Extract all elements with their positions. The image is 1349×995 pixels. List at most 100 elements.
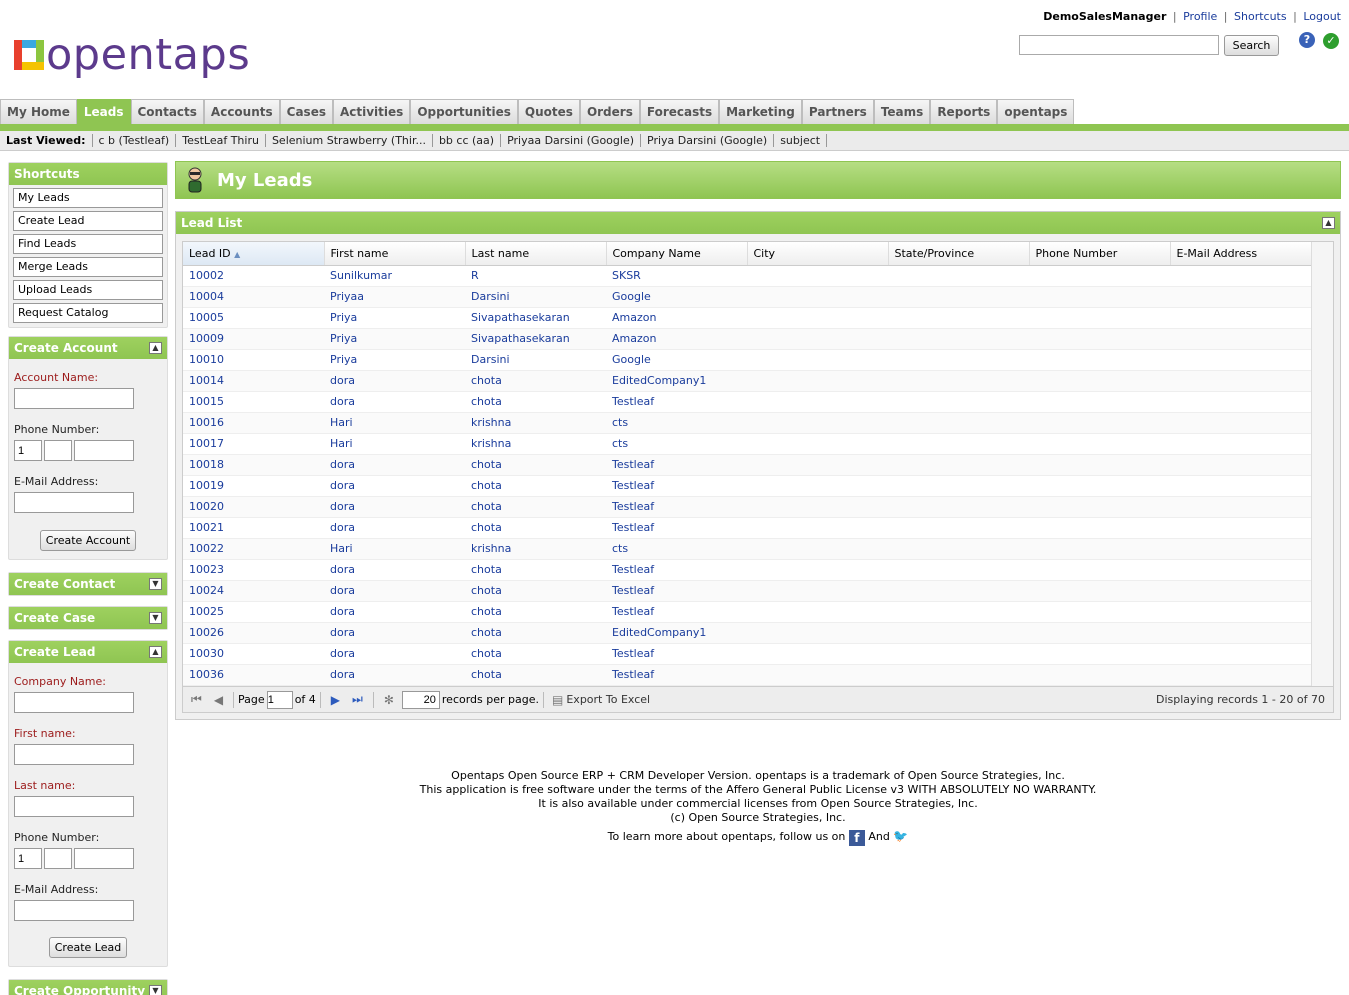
prev-page-icon[interactable]: ◀: [214, 693, 223, 707]
table-cell[interactable]: dora: [324, 517, 465, 539]
table-row[interactable]: 10009 Priya Sivapathasekaran Amazon: [183, 328, 1312, 350]
shortcut-request-catalog[interactable]: Request Catalog: [13, 303, 163, 323]
collapse-icon[interactable]: ▲: [1322, 217, 1335, 229]
create-account-button[interactable]: Create Account: [39, 530, 137, 551]
export-to-excel-button[interactable]: Export To Excel: [566, 693, 650, 706]
twitter-icon[interactable]: 🐦: [893, 829, 908, 843]
tab-my-home[interactable]: My Home: [0, 99, 77, 124]
table-cell[interactable]: 10020: [183, 496, 324, 518]
lead-phone-area-field[interactable]: [44, 848, 72, 869]
table-row[interactable]: 10030 dora chota Testleaf: [183, 643, 1312, 665]
facebook-icon[interactable]: f: [848, 830, 865, 846]
table-cell[interactable]: 10019: [183, 475, 324, 497]
table-row[interactable]: 10025 dora chota Testleaf: [183, 601, 1312, 623]
profile-link[interactable]: Profile: [1183, 10, 1217, 23]
tab-forecasts[interactable]: Forecasts: [639, 99, 720, 124]
table-cell[interactable]: Priyaa: [324, 286, 465, 308]
table-cell[interactable]: krishna: [465, 538, 606, 560]
last-viewed-item[interactable]: TestLeaf Thiru: [176, 134, 266, 147]
logout-link[interactable]: Logout: [1303, 10, 1341, 23]
table-cell[interactable]: Hari: [324, 538, 465, 560]
check-icon[interactable]: ✓: [1323, 33, 1339, 49]
table-cell[interactable]: dora: [324, 622, 465, 644]
collapse-icon[interactable]: ▲: [149, 646, 162, 658]
table-cell[interactable]: 10023: [183, 559, 324, 581]
table-row[interactable]: 10021 dora chota Testleaf: [183, 517, 1312, 539]
expand-icon[interactable]: ▼: [149, 985, 162, 995]
column-header-lead-id[interactable]: Lead ID ▲: [183, 242, 325, 266]
table-row[interactable]: 10019 dora chota Testleaf: [183, 475, 1312, 497]
table-cell[interactable]: chota: [465, 517, 606, 539]
collapse-icon[interactable]: ▲: [149, 342, 162, 354]
tab-quotes[interactable]: Quotes: [517, 99, 580, 124]
table-cell[interactable]: cts: [606, 433, 747, 455]
create-lead-header[interactable]: Create Lead ▲: [9, 641, 167, 663]
column-header-company-name[interactable]: Company Name: [606, 242, 748, 266]
table-cell[interactable]: Testleaf: [606, 454, 747, 476]
tab-reports[interactable]: Reports: [930, 99, 998, 124]
last-viewed-item[interactable]: bb cc (aa): [433, 134, 502, 147]
shortcut-find-leads[interactable]: Find Leads: [13, 234, 163, 254]
table-cell[interactable]: 10025: [183, 601, 324, 623]
table-cell[interactable]: 10002: [183, 265, 324, 287]
tab-opportunities[interactable]: Opportunities: [410, 99, 518, 124]
table-row[interactable]: 10022 Hari krishna cts: [183, 538, 1312, 560]
table-cell[interactable]: 10016: [183, 412, 324, 434]
export-icon[interactable]: ▤: [552, 693, 563, 707]
table-cell[interactable]: Google: [606, 286, 747, 308]
tab-contacts[interactable]: Contacts: [130, 99, 204, 124]
table-cell[interactable]: EditedCompany1: [606, 370, 747, 392]
column-header-state[interactable]: State/Province: [888, 242, 1030, 266]
table-cell[interactable]: Sivapathasekaran: [465, 328, 606, 350]
table-cell[interactable]: chota: [465, 643, 606, 665]
account-name-field[interactable]: [14, 388, 134, 409]
account-phone-country-field[interactable]: [14, 440, 42, 461]
table-cell[interactable]: 10021: [183, 517, 324, 539]
table-cell[interactable]: 10018: [183, 454, 324, 476]
last-viewed-item[interactable]: c b (Testleaf): [93, 134, 177, 147]
lead-email-field[interactable]: [14, 900, 134, 921]
table-cell[interactable]: chota: [465, 370, 606, 392]
last-name-field[interactable]: [14, 796, 134, 817]
tab-marketing[interactable]: Marketing: [719, 99, 802, 124]
shortcut-create-lead[interactable]: Create Lead: [13, 211, 163, 231]
refresh-icon[interactable]: ✻: [384, 693, 394, 707]
table-cell[interactable]: Testleaf: [606, 496, 747, 518]
table-cell[interactable]: chota: [465, 475, 606, 497]
table-cell[interactable]: Amazon: [606, 307, 747, 329]
table-cell[interactable]: cts: [606, 412, 747, 434]
table-cell[interactable]: chota: [465, 391, 606, 413]
table-cell[interactable]: dora: [324, 454, 465, 476]
page-number-input[interactable]: [266, 690, 293, 709]
tab-accounts[interactable]: Accounts: [203, 99, 280, 124]
create-contact-header[interactable]: Create Contact ▼: [9, 573, 167, 595]
table-cell[interactable]: Priya: [324, 307, 465, 329]
tab-leads[interactable]: Leads: [76, 99, 131, 124]
table-cell[interactable]: Testleaf: [606, 475, 747, 497]
table-cell[interactable]: 10004: [183, 286, 324, 308]
table-cell[interactable]: Testleaf: [606, 391, 747, 413]
table-row[interactable]: 10036 dora chota Testleaf: [183, 664, 1312, 686]
table-cell[interactable]: dora: [324, 496, 465, 518]
tab-orders[interactable]: Orders: [579, 99, 640, 124]
table-row[interactable]: 10020 dora chota Testleaf: [183, 496, 1312, 518]
table-cell[interactable]: Hari: [324, 412, 465, 434]
table-cell[interactable]: chota: [465, 496, 606, 518]
tab-opentaps[interactable]: opentaps: [997, 99, 1075, 124]
table-cell[interactable]: 10024: [183, 580, 324, 602]
table-cell[interactable]: Darsini: [465, 286, 606, 308]
table-cell[interactable]: dora: [324, 391, 465, 413]
tab-partners[interactable]: Partners: [801, 99, 874, 124]
table-cell[interactable]: chota: [465, 664, 606, 686]
table-cell[interactable]: Sunilkumar: [324, 265, 465, 287]
table-cell[interactable]: Darsini: [465, 349, 606, 371]
table-cell[interactable]: cts: [606, 538, 747, 560]
table-cell[interactable]: Hari: [324, 433, 465, 455]
next-page-icon[interactable]: ▶: [331, 693, 340, 707]
column-header-city[interactable]: City: [747, 242, 889, 266]
table-cell[interactable]: Priya: [324, 328, 465, 350]
column-header-phone[interactable]: Phone Number: [1029, 242, 1171, 266]
table-cell[interactable]: 10017: [183, 433, 324, 455]
table-cell[interactable]: dora: [324, 370, 465, 392]
table-row[interactable]: 10017 Hari krishna cts: [183, 433, 1312, 455]
